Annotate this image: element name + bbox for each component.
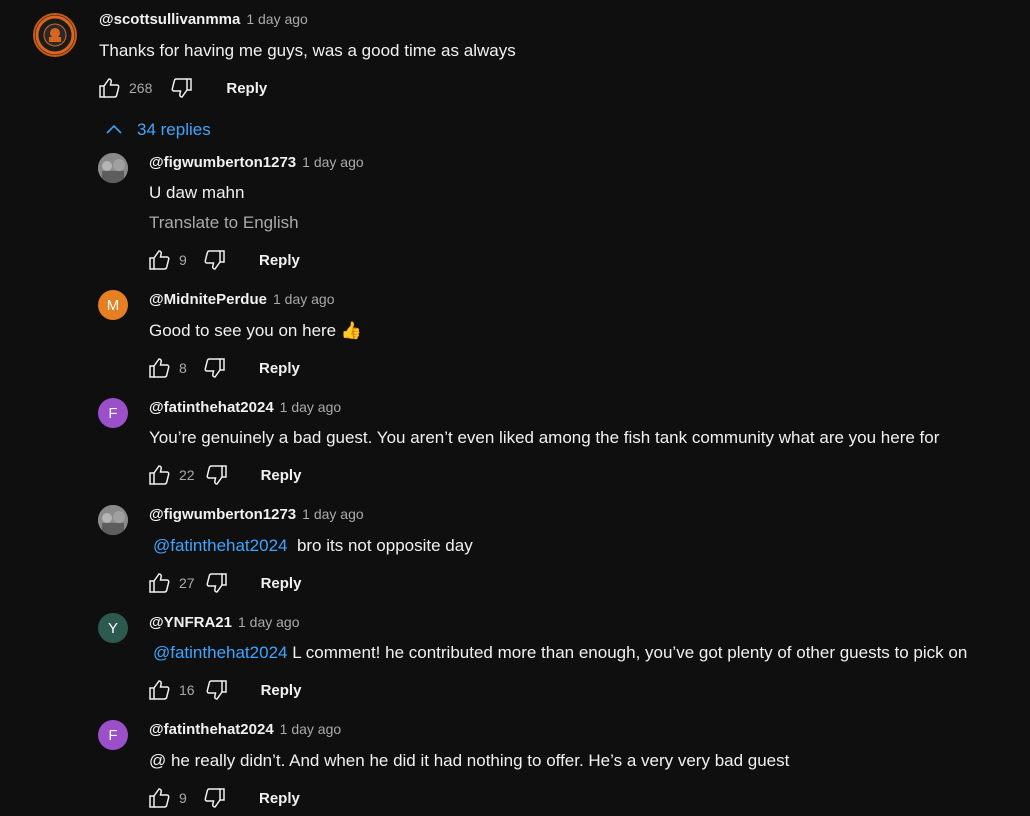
dislike-icon[interactable] bbox=[170, 76, 194, 100]
like-icon[interactable] bbox=[147, 463, 171, 487]
comment-actions: 268 Reply bbox=[97, 76, 267, 100]
comment-time[interactable]: 1 day ago bbox=[273, 291, 335, 307]
like-icon[interactable] bbox=[147, 571, 171, 595]
comment-actions: 9 Reply bbox=[147, 248, 300, 272]
avatar[interactable] bbox=[98, 153, 128, 183]
comment-time[interactable]: 1 day ago bbox=[302, 154, 364, 170]
like-count: 8 bbox=[179, 360, 187, 376]
like-icon[interactable] bbox=[147, 678, 171, 702]
author-handle[interactable]: @MidnitePerdue bbox=[149, 291, 267, 308]
comment-author[interactable]: @YNFRA21 1 day ago bbox=[149, 614, 299, 631]
comment-author[interactable]: @MidnitePerdue 1 day ago bbox=[149, 291, 334, 308]
reply-button[interactable]: Reply bbox=[259, 252, 300, 269]
dislike-icon[interactable] bbox=[205, 463, 229, 487]
dislike-icon[interactable] bbox=[203, 356, 227, 380]
like-count: 16 bbox=[179, 682, 195, 698]
comment-text: U daw mahn bbox=[149, 183, 245, 202]
dislike-icon[interactable] bbox=[205, 571, 229, 595]
reply-button[interactable]: Reply bbox=[259, 790, 300, 807]
comment-actions: 16 Reply bbox=[147, 678, 301, 702]
comment-author[interactable]: @fatinthehat2024 1 day ago bbox=[149, 399, 341, 416]
photo-icon bbox=[98, 153, 128, 183]
chevron-up-icon bbox=[106, 124, 122, 134]
reply-button[interactable]: Reply bbox=[261, 682, 302, 699]
avatar[interactable]: F bbox=[98, 398, 128, 428]
like-icon[interactable] bbox=[147, 248, 171, 272]
reply-button[interactable]: Reply bbox=[259, 360, 300, 377]
dislike-icon[interactable] bbox=[203, 786, 227, 810]
like-icon[interactable] bbox=[147, 356, 171, 380]
like-count: 22 bbox=[179, 467, 195, 483]
comment-actions: 27 Reply bbox=[147, 571, 301, 595]
author-handle[interactable]: @scottsullivanmma bbox=[99, 11, 240, 28]
like-icon[interactable] bbox=[147, 786, 171, 810]
comment-time[interactable]: 1 day ago bbox=[280, 399, 342, 415]
photo-icon bbox=[98, 505, 128, 535]
like-count: 268 bbox=[129, 80, 153, 96]
like-count: 9 bbox=[179, 252, 187, 268]
reply-button[interactable]: Reply bbox=[226, 80, 267, 97]
comment-text: @fatinthehat2024 L comment! he contribut… bbox=[153, 643, 967, 663]
comment-body: L comment! he contributed more than enou… bbox=[292, 643, 968, 662]
comment-time[interactable]: 1 day ago bbox=[302, 506, 364, 522]
comment-author[interactable]: @figwumberton1273 1 day ago bbox=[149, 154, 364, 171]
comment-actions: 9 Reply bbox=[147, 786, 300, 810]
avatar[interactable]: F bbox=[98, 720, 128, 750]
avatar-letter: F bbox=[108, 404, 118, 422]
author-handle[interactable]: @figwumberton1273 bbox=[149, 154, 296, 171]
avatar-letter: F bbox=[108, 726, 118, 744]
translate-link[interactable]: Translate to English bbox=[149, 213, 299, 233]
avatar[interactable] bbox=[98, 505, 128, 535]
comment-text: Good to see you on here 👍 bbox=[149, 321, 363, 340]
comment-text: You’re genuinely a bad guest. You aren’t… bbox=[149, 428, 940, 447]
avatar[interactable]: M bbox=[98, 290, 128, 320]
like-icon[interactable] bbox=[97, 76, 121, 100]
comment-text: @fatinthehat2024 bro its not opposite da… bbox=[153, 536, 473, 556]
replies-toggle-button[interactable]: 34 replies bbox=[104, 120, 211, 140]
like-count: 27 bbox=[179, 575, 195, 591]
comment-text: Thanks for having me guys, was a good ti… bbox=[99, 41, 516, 60]
comment-actions: 8 Reply bbox=[147, 356, 300, 380]
comment-actions: 22 Reply bbox=[147, 463, 301, 487]
author-handle[interactable]: @fatinthehat2024 bbox=[149, 399, 274, 416]
comment-author[interactable]: @scottsullivanmma 1 day ago bbox=[99, 11, 308, 28]
avatar[interactable] bbox=[33, 13, 77, 57]
mention-link[interactable]: @fatinthehat2024 bbox=[153, 643, 287, 662]
comment-text: @ he really didn’t. And when he did it h… bbox=[149, 751, 790, 770]
logo-icon bbox=[35, 15, 75, 55]
comment-time[interactable]: 1 day ago bbox=[246, 11, 308, 27]
avatar-letter: M bbox=[106, 296, 120, 314]
reply-button[interactable]: Reply bbox=[261, 467, 302, 484]
replies-count: 34 replies bbox=[137, 120, 211, 139]
avatar[interactable]: Y bbox=[98, 613, 128, 643]
reply-button[interactable]: Reply bbox=[261, 575, 302, 592]
dislike-icon[interactable] bbox=[203, 248, 227, 272]
like-count: 9 bbox=[179, 790, 187, 806]
comment-time[interactable]: 1 day ago bbox=[280, 721, 342, 737]
comment-body: bro its not opposite day bbox=[296, 536, 473, 555]
comment-time[interactable]: 1 day ago bbox=[238, 614, 300, 630]
comment-author[interactable]: @fatinthehat2024 1 day ago bbox=[149, 721, 341, 738]
dislike-icon[interactable] bbox=[205, 678, 229, 702]
author-handle[interactable]: @YNFRA21 bbox=[149, 614, 232, 631]
comment-author[interactable]: @figwumberton1273 1 day ago bbox=[149, 506, 364, 523]
mention-link[interactable]: @fatinthehat2024 bbox=[153, 536, 287, 555]
author-handle[interactable]: @figwumberton1273 bbox=[149, 506, 296, 523]
author-handle[interactable]: @fatinthehat2024 bbox=[149, 721, 274, 738]
avatar-letter: Y bbox=[107, 619, 118, 637]
